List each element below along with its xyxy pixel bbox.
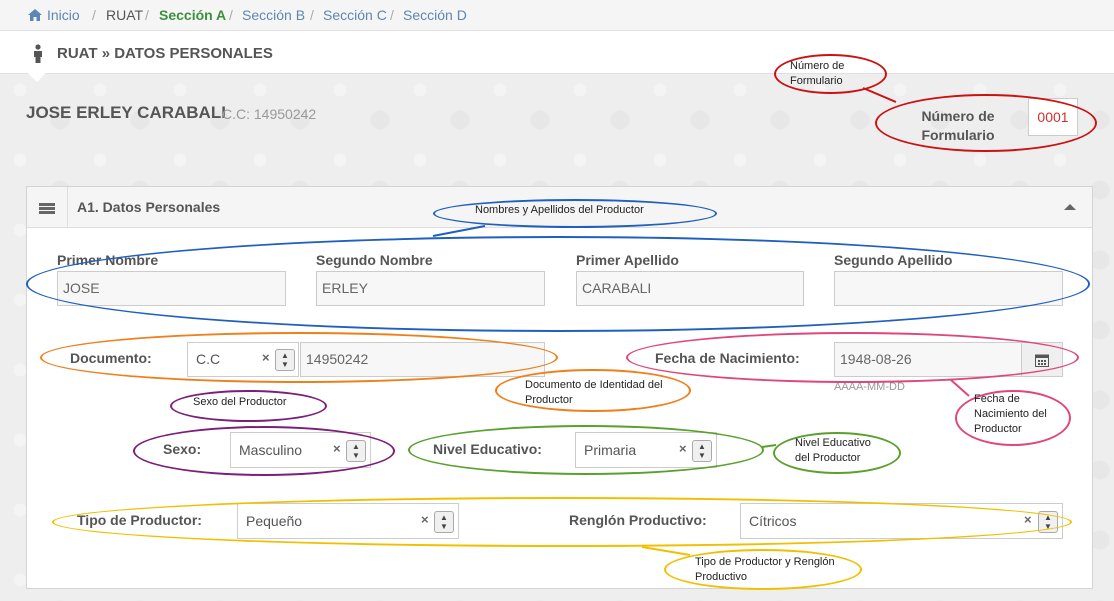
- annotation-form-number-tail: [862, 87, 897, 103]
- breadcrumb-separator: /: [145, 7, 149, 23]
- person-id: C.C: 14950242: [222, 106, 317, 122]
- annotation-producer-tail: [641, 546, 691, 556]
- panel-title: A1. Datos Personales: [77, 199, 221, 215]
- breadcrumb-seccion-d[interactable]: Sección D: [403, 7, 467, 23]
- breadcrumb-separator: /: [310, 7, 314, 23]
- annotation-names-text: Nombres y Apellidos del Productor: [475, 204, 644, 216]
- annotation-names-ring: [26, 236, 1090, 332]
- annotation-education-text: Nivel Educativo del Productor: [795, 437, 871, 464]
- annotation-form-number-text: Número de Formulario: [790, 60, 845, 87]
- person-icon: [34, 44, 42, 63]
- annotation-birthdate-text: Fecha de Nacimiento del Productor: [974, 393, 1047, 435]
- breadcrumb-separator: /: [92, 7, 96, 23]
- annotation-sex-ring: [133, 426, 395, 476]
- annotation-form-number-ring: [875, 94, 1097, 152]
- annotation-education-ring: [408, 425, 764, 475]
- annotation-names-tail: [432, 225, 486, 237]
- annotation-education-tail: [761, 444, 777, 448]
- annotation-producer-text: Tipo de Productor y Renglón Productivo: [695, 556, 835, 583]
- header-pointer: [28, 73, 46, 82]
- breadcrumb-seccion-a[interactable]: Sección A: [159, 7, 226, 23]
- hamburger-icon[interactable]: [39, 203, 55, 215]
- person-name: JOSE ERLEY CARABALI: [26, 103, 226, 122]
- breadcrumb-ruat[interactable]: RUAT: [106, 7, 143, 23]
- breadcrumb-seccion-b[interactable]: Sección B: [242, 7, 305, 23]
- panel-header-divider: [67, 187, 68, 228]
- breadcrumb-separator: /: [229, 7, 233, 23]
- breadcrumb-home-link[interactable]: Inicio: [47, 7, 80, 23]
- annotation-sex-text: Sexo del Productor: [193, 396, 287, 408]
- breadcrumb-separator: /: [390, 7, 394, 23]
- annotation-producer-ring: [52, 497, 1072, 547]
- breadcrumb-seccion-c[interactable]: Sección C: [323, 7, 387, 23]
- annotation-document-text: Documento de Identidad del Productor: [525, 379, 663, 406]
- caret-up-icon[interactable]: [1064, 204, 1076, 210]
- annotation-birthdate-ring: [626, 332, 1079, 383]
- home-icon: [28, 9, 42, 21]
- annotation-document-ring: [40, 332, 558, 383]
- annotation-birthdate-tail: [950, 379, 970, 397]
- page-title: RUAT » DATOS PERSONALES: [57, 45, 273, 62]
